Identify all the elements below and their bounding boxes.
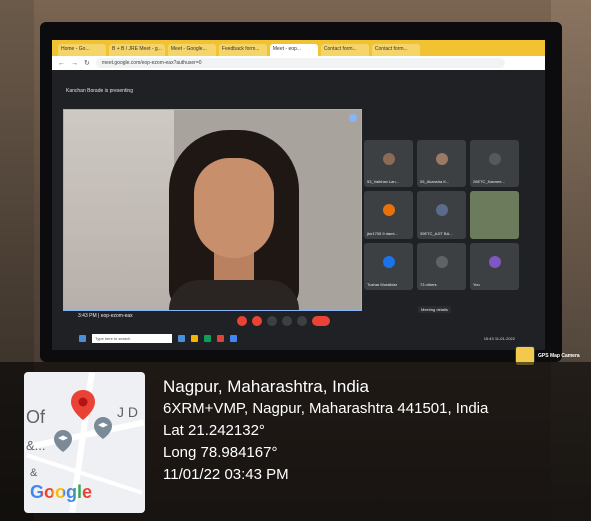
meeting-details-tooltip: Meeting details [418,306,451,313]
video-background [64,110,174,310]
participant-tile[interactable]: 26ETC_Navnee... [470,140,519,188]
participant-name: 73 others [420,282,437,287]
participant-tile[interactable] [470,191,519,239]
location-longitude: Long 78.984167° [163,444,278,461]
browser-tab[interactable]: Home - Go... [58,44,106,56]
participant-name: jbe1705 9 dami... [367,230,398,236]
camera-off-button[interactable] [252,316,262,326]
meeting-time-code: 3:43 PM | eop-ezom-eax [78,313,133,319]
browser-tab-active[interactable]: Meet - eop... [269,44,318,56]
participant-tile[interactable]: 05_Akansha K... [417,140,466,188]
google-logo: Google [30,482,92,503]
participant-name: You [473,282,480,287]
map-label: & [30,467,38,479]
taskbar-app-icon[interactable] [230,334,237,342]
map-thumbnail: Of J D &... & Google [24,372,145,513]
map-label: &... [26,438,46,453]
location-datetime: 11/01/22 03:43 PM [163,466,289,483]
avatar [435,255,448,268]
more-options-button[interactable] [297,316,307,326]
back-icon[interactable]: ← [58,60,65,67]
reload-icon[interactable]: ↻ [84,59,90,67]
location-info: Nagpur, Maharashtra, India 6XRM+VMP, Nag… [163,376,488,486]
mic-off-button[interactable] [237,316,247,326]
taskbar-app-icon[interactable] [204,334,211,342]
school-icon [54,430,72,452]
present-button[interactable] [282,316,292,326]
participant-name: Tushar Muralidar [367,282,398,287]
browser-tab[interactable]: Contact form... [371,44,420,56]
school-icon [94,417,112,439]
browser-tab-bar: Home - Go... B + B / JRE Meet - g... Mee… [52,40,545,56]
meeting-controls [237,316,330,326]
participant-tile[interactable]: 73 others [417,242,466,290]
taskbar-search-input[interactable]: Type here to search [92,333,172,343]
participant-tile[interactable]: You [470,242,519,290]
participant-name: 05_Akansha K... [420,179,450,185]
leave-call-button[interactable] [312,316,330,326]
captions-button[interactable] [267,316,277,326]
participant-tile[interactable]: jbe1705 9 dami... [364,191,413,239]
forward-icon[interactable]: → [71,60,78,67]
google-logo-text: Google [30,482,92,502]
presenter-figure [159,130,309,310]
participant-name: 26ETC_Navnee... [473,179,505,185]
participant-tile[interactable]: 39ETC_AJIT BA... [417,191,466,239]
participant-tile[interactable]: Tushar Muralidar [364,242,413,290]
avatar [435,204,448,217]
avatar [488,255,501,268]
participant-name: 53_Vaibhav Lan... [367,179,399,185]
map-label: J D [117,404,138,420]
avatar [382,152,395,165]
taskbar-clock: 15:43 11-01-2022 [483,335,515,341]
taskbar-app-icon[interactable] [178,334,185,342]
taskbar-app-icon[interactable] [217,334,224,342]
browser-tab[interactable]: Meet - Google... [167,44,216,56]
address-bar: ← → ↻ meet.google.com/eop-ezom-eax?authu… [52,56,545,70]
avatar [435,152,448,165]
gps-camera-label: GPS Map Camera [538,353,580,359]
main-video-feed [63,109,362,311]
browser-tab[interactable]: Contact form... [320,44,369,56]
presenting-banner: Kanchan Borade is presenting [66,88,133,94]
location-city: Nagpur, Maharashtra, India [163,377,370,396]
avatar [382,204,395,217]
pin-icon[interactable] [349,114,357,122]
location-pin-icon [71,390,95,420]
participant-tile[interactable]: 53_Vaibhav Lan... [364,140,413,188]
avatar [382,255,395,268]
participant-name: 39ETC_AJIT BA... [420,230,453,236]
browser-tab[interactable]: B + B / JRE Meet - g... [109,44,165,56]
windows-start-icon[interactable] [79,334,86,342]
location-address: 6XRM+VMP, Nagpur, Maharashtra 441501, In… [163,400,489,417]
browser-tab[interactable]: Feedback form... [218,44,267,56]
taskbar-app-icon[interactable] [191,334,198,342]
windows-taskbar: Type here to search 15:43 11-01-2022 [75,332,535,344]
url-field[interactable]: meet.google.com/eop-ezom-eax?authuser=0 [95,58,505,68]
location-latitude: Lat 21.242132° [163,422,265,439]
participant-grid: 53_Vaibhav Lan... 05_Akansha K... 26ETC_… [364,140,519,290]
avatar [488,152,501,165]
map-label: Of [26,407,46,427]
